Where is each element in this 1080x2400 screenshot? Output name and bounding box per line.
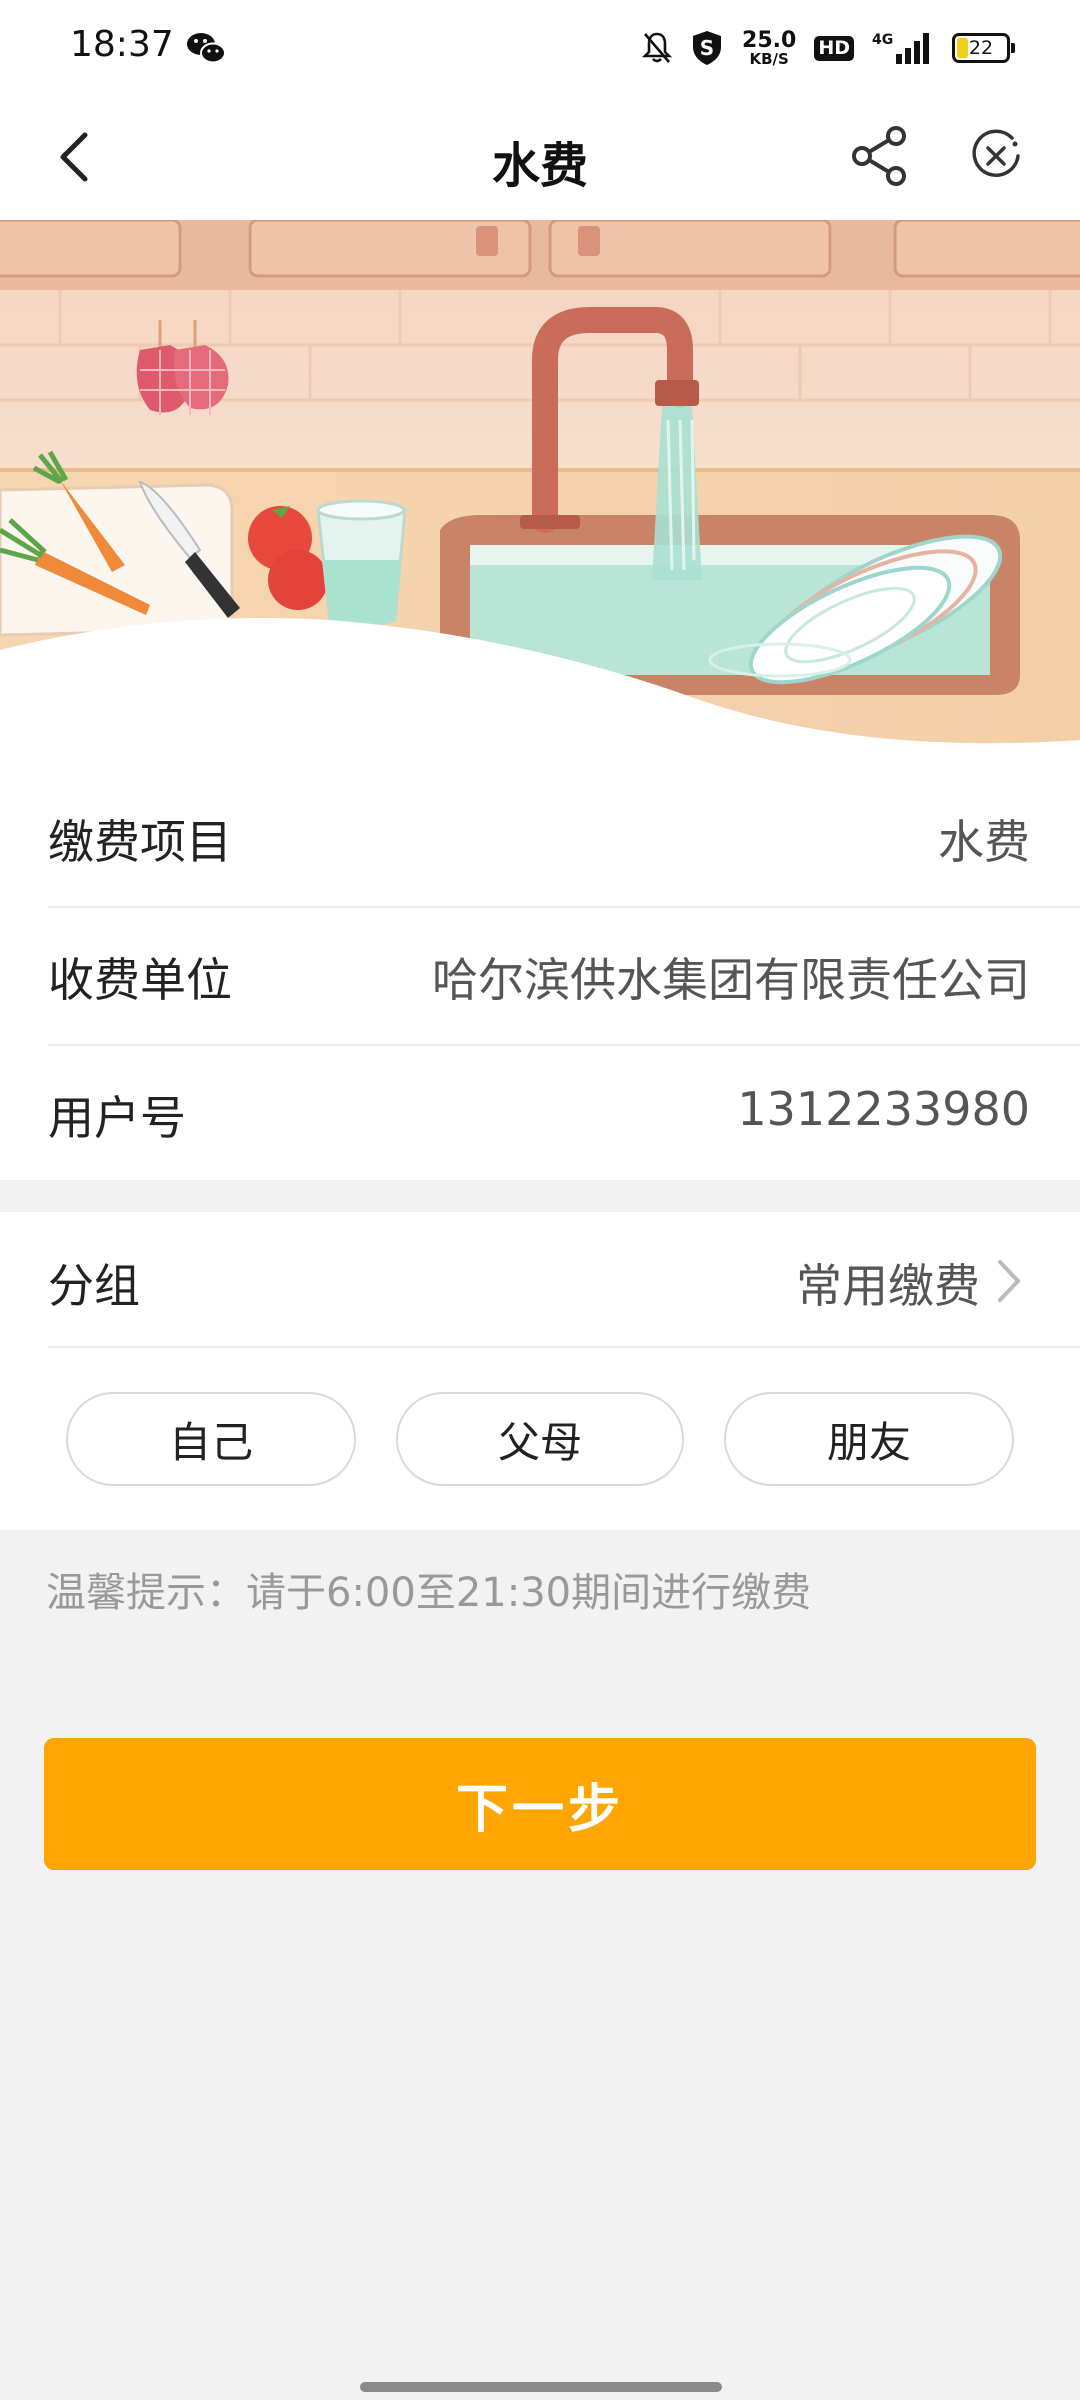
- battery-level: 22: [968, 37, 994, 59]
- next-step-button[interactable]: 下一步: [44, 1738, 1036, 1870]
- home-indicator[interactable]: [360, 2382, 722, 2392]
- info-row-payee: 收费单位 哈尔滨供水集团有限责任公司: [48, 908, 1080, 1046]
- kitchen-sink-banner: [0, 220, 1080, 770]
- network-label: 4G: [872, 32, 893, 48]
- account-number-label: 用户号: [48, 1091, 186, 1145]
- share-icon[interactable]: [848, 124, 912, 188]
- payment-item-label: 缴费项目: [48, 815, 232, 869]
- chevron-right-icon: [998, 1260, 1020, 1302]
- net-speed-unit: KB/S: [749, 49, 789, 68]
- group-selector[interactable]: 分组 常用缴费: [48, 1212, 1080, 1348]
- hd-badge: HD: [814, 35, 854, 61]
- wechat-icon: [187, 33, 226, 64]
- account-number-value: 1312233980: [737, 1082, 1030, 1136]
- group-label: 分组: [48, 1259, 140, 1313]
- info-row-account-number: 用户号 1312233980: [48, 1046, 1080, 1184]
- payee-value: 哈尔滨供水集团有限责任公司: [432, 953, 1030, 1007]
- net-speed-value: 25.0: [742, 27, 797, 53]
- group-value: 常用缴费: [796, 1259, 980, 1313]
- net-speed: 25.0 KB/S: [742, 27, 797, 68]
- info-row-payment-item: 缴费项目 水费: [48, 770, 1080, 908]
- close-circle-icon[interactable]: [966, 126, 1026, 186]
- group-chip-friends[interactable]: 朋友: [724, 1392, 1014, 1486]
- battery-icon: 22: [952, 33, 1015, 63]
- status-icons: S 25.0 KB/S HD 4G 22: [642, 22, 1015, 74]
- svg-text:S: S: [700, 36, 714, 60]
- payee-label: 收费单位: [48, 953, 232, 1007]
- shield-icon: S: [693, 31, 722, 65]
- mute-bell-icon: [642, 32, 673, 63]
- status-bar: 18:37 S 25.0 KB/S HD 4G 22: [0, 0, 1080, 96]
- signal-icon: 4G: [872, 32, 929, 64]
- payment-item-value: 水费: [938, 815, 1030, 869]
- payment-time-hint: 温馨提示：请于6:00至21:30期间进行缴费: [46, 1570, 812, 1616]
- group-chip-self[interactable]: 自己: [66, 1392, 356, 1486]
- payment-info-card: 缴费项目 水费 收费单位 哈尔滨供水集团有限责任公司 用户号 131223398…: [0, 770, 1080, 1180]
- nav-header: 水费: [0, 96, 1080, 220]
- group-chip-parents[interactable]: 父母: [396, 1392, 684, 1486]
- status-time: 18:37: [70, 24, 174, 65]
- page-title: 水费: [491, 138, 588, 194]
- group-card: 分组 常用缴费 自己 父母 朋友: [0, 1212, 1080, 1530]
